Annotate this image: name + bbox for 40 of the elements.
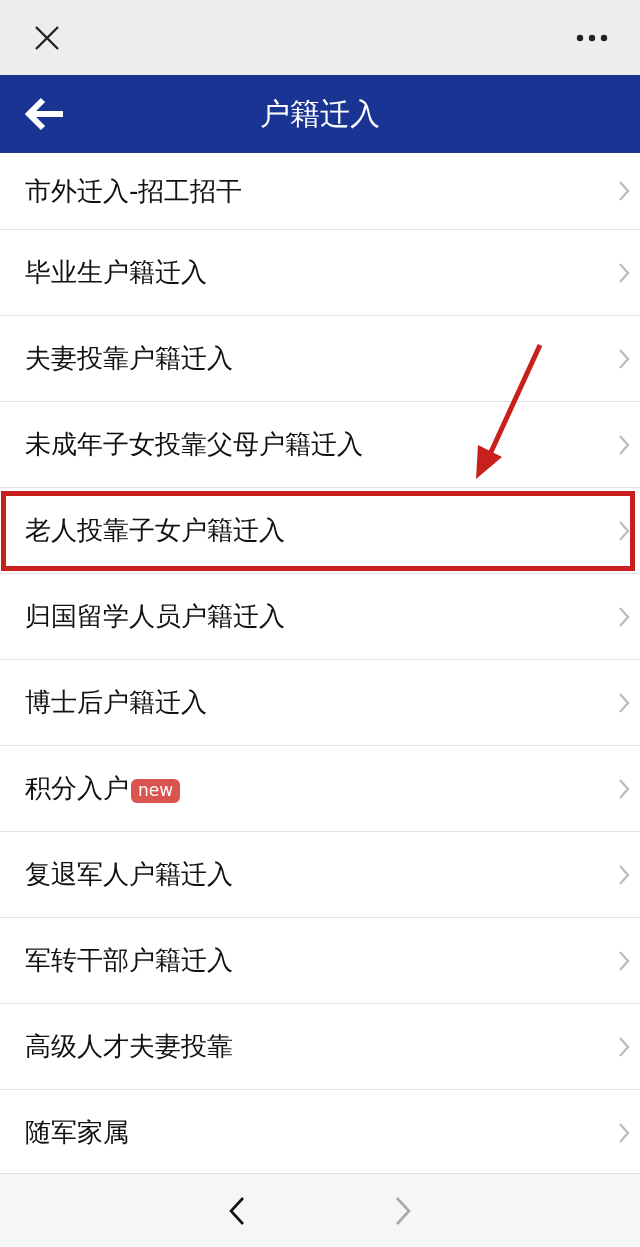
item-label: 随军家属: [25, 1116, 129, 1149]
item-label: 夫妻投靠户籍迁入: [25, 342, 233, 375]
chevron-icon: [618, 347, 630, 370]
item-label: 军转干部户籍迁入: [25, 944, 233, 977]
item-label: 归国留学人员户籍迁入: [25, 600, 285, 633]
chevron-icon: [618, 433, 630, 456]
menu-item[interactable]: 归国留学人员户籍迁入: [0, 574, 640, 660]
chevron-icon: [618, 863, 630, 886]
new-badge: new: [131, 778, 181, 803]
menu-item[interactable]: 毕业生户籍迁入: [0, 230, 640, 316]
menu-item[interactable]: 市外迁入-招工招干: [0, 153, 640, 230]
menu-item[interactable]: 复退军人户籍迁入: [0, 832, 640, 918]
item-label: 高级人才夫妻投靠: [25, 1030, 233, 1063]
item-label: 积分入户: [25, 772, 129, 805]
chevron-icon: [618, 691, 630, 714]
chevron-icon: [618, 1121, 630, 1144]
back-arrow-icon[interactable]: [25, 97, 65, 131]
chevron-icon: [618, 180, 630, 202]
close-icon[interactable]: [34, 24, 60, 51]
chevron-icon: [618, 777, 630, 800]
more-icon[interactable]: [576, 33, 608, 42]
chevron-icon: [618, 1035, 630, 1058]
menu-item[interactable]: 博士后户籍迁入: [0, 660, 640, 746]
menu-item[interactable]: 老人投靠子女户籍迁入: [0, 488, 640, 574]
chevron-icon: [618, 261, 630, 284]
chevron-icon: [618, 519, 630, 542]
item-label: 毕业生户籍迁入: [25, 256, 207, 289]
chevron-icon: [618, 949, 630, 972]
menu-item[interactable]: 夫妻投靠户籍迁入: [0, 316, 640, 402]
chevron-icon: [618, 605, 630, 628]
back-icon[interactable]: [229, 1195, 245, 1226]
item-label: 老人投靠子女户籍迁入: [25, 514, 285, 547]
item-label: 未成年子女投靠父母户籍迁入: [25, 428, 363, 461]
menu-item[interactable]: 积分入户 new: [0, 746, 640, 832]
item-label: 市外迁入-招工招干: [25, 174, 243, 208]
item-label: 复退军人户籍迁入: [25, 858, 233, 891]
item-label: 博士后户籍迁入: [25, 686, 207, 719]
page-title: 户籍迁入: [260, 94, 380, 133]
menu-item[interactable]: 军转干部户籍迁入: [0, 918, 640, 1004]
menu-item[interactable]: 高级人才夫妻投靠: [0, 1004, 640, 1090]
